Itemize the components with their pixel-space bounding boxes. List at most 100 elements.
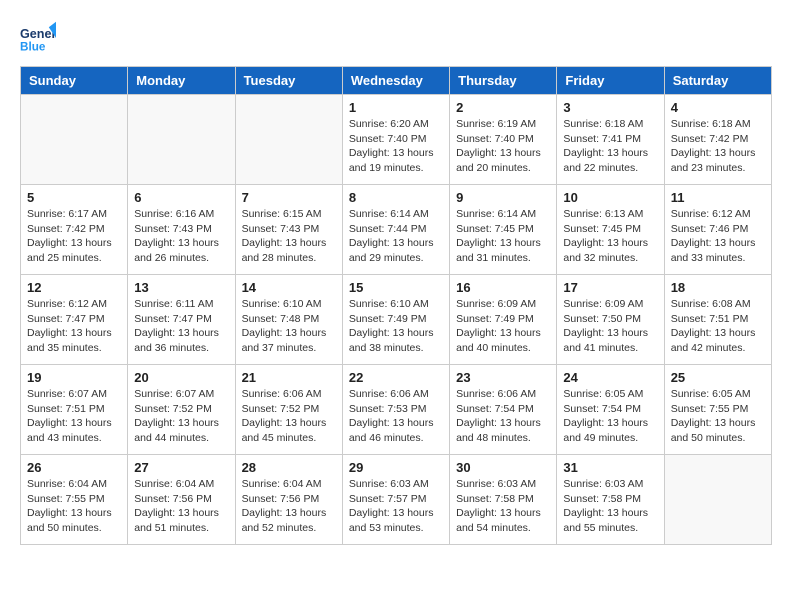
day-number: 25	[671, 370, 765, 385]
day-number: 20	[134, 370, 228, 385]
weekday-header-monday: Monday	[128, 67, 235, 95]
calendar-cell: 3 Sunrise: 6:18 AMSunset: 7:41 PMDaylight…	[557, 95, 664, 185]
weekday-header-saturday: Saturday	[664, 67, 771, 95]
day-number: 6	[134, 190, 228, 205]
cell-text: Sunrise: 6:20 AMSunset: 7:40 PMDaylight:…	[349, 117, 443, 176]
day-number: 28	[242, 460, 336, 475]
calendar-cell: 10 Sunrise: 6:13 AMSunset: 7:45 PMDayligh…	[557, 185, 664, 275]
calendar-cell: 26 Sunrise: 6:04 AMSunset: 7:55 PMDayligh…	[21, 455, 128, 545]
day-number: 24	[563, 370, 657, 385]
calendar-cell	[235, 95, 342, 185]
weekday-header-thursday: Thursday	[450, 67, 557, 95]
calendar-cell: 13 Sunrise: 6:11 AMSunset: 7:47 PMDayligh…	[128, 275, 235, 365]
day-number: 13	[134, 280, 228, 295]
cell-text: Sunrise: 6:06 AMSunset: 7:54 PMDaylight:…	[456, 387, 550, 446]
weekday-header-sunday: Sunday	[21, 67, 128, 95]
cell-text: Sunrise: 6:08 AMSunset: 7:51 PMDaylight:…	[671, 297, 765, 356]
calendar-cell	[664, 455, 771, 545]
calendar-cell: 23 Sunrise: 6:06 AMSunset: 7:54 PMDayligh…	[450, 365, 557, 455]
cell-text: Sunrise: 6:15 AMSunset: 7:43 PMDaylight:…	[242, 207, 336, 266]
cell-text: Sunrise: 6:03 AMSunset: 7:58 PMDaylight:…	[563, 477, 657, 536]
calendar-cell: 4 Sunrise: 6:18 AMSunset: 7:42 PMDaylight…	[664, 95, 771, 185]
weekday-header-friday: Friday	[557, 67, 664, 95]
page-header: General Blue	[20, 20, 772, 56]
calendar-week-2: 5Sunrise: 6:17 AMSunset: 7:42 PMDaylight…	[21, 185, 772, 275]
day-number: 18	[671, 280, 765, 295]
calendar-cell: 22Sunrise: 6:06 AMSunset: 7:53 PMDayligh…	[342, 365, 449, 455]
day-number: 2	[456, 100, 550, 115]
cell-text: Sunrise: 6:07 AMSunset: 7:51 PMDaylight:…	[27, 387, 121, 446]
cell-text: Sunrise: 6:13 AMSunset: 7:45 PMDaylight:…	[563, 207, 657, 266]
day-number: 11	[671, 190, 765, 205]
calendar-cell: 17 Sunrise: 6:09 AMSunset: 7:50 PMDayligh…	[557, 275, 664, 365]
calendar-cell: 29 Sunrise: 6:03 AMSunset: 7:57 PMDayligh…	[342, 455, 449, 545]
cell-text: Sunrise: 6:18 AMSunset: 7:41 PMDaylight:…	[563, 117, 657, 176]
cell-text: Sunrise: 6:17 AMSunset: 7:42 PMDaylight:…	[27, 207, 121, 266]
cell-text: Sunrise: 6:04 AMSunset: 7:55 PMDaylight:…	[27, 477, 121, 536]
cell-text: Sunrise: 6:09 AMSunset: 7:49 PMDaylight:…	[456, 297, 550, 356]
cell-text: Sunrise: 6:06 AMSunset: 7:53 PMDaylight:…	[349, 387, 443, 446]
cell-text: Sunrise: 6:10 AMSunset: 7:49 PMDaylight:…	[349, 297, 443, 356]
cell-text: Sunrise: 6:12 AMSunset: 7:47 PMDaylight:…	[27, 297, 121, 356]
calendar-cell: 28 Sunrise: 6:04 AMSunset: 7:56 PMDayligh…	[235, 455, 342, 545]
day-number: 31	[563, 460, 657, 475]
day-number: 16	[456, 280, 550, 295]
day-number: 12	[27, 280, 121, 295]
calendar-cell: 12 Sunrise: 6:12 AMSunset: 7:47 PMDayligh…	[21, 275, 128, 365]
day-number: 27	[134, 460, 228, 475]
calendar-cell: 24 Sunrise: 6:05 AMSunset: 7:54 PMDayligh…	[557, 365, 664, 455]
calendar-cell: 27 Sunrise: 6:04 AMSunset: 7:56 PMDayligh…	[128, 455, 235, 545]
day-number: 1	[349, 100, 443, 115]
calendar-week-3: 12 Sunrise: 6:12 AMSunset: 7:47 PMDayligh…	[21, 275, 772, 365]
day-number: 19	[27, 370, 121, 385]
cell-text: Sunrise: 6:06 AMSunset: 7:52 PMDaylight:…	[242, 387, 336, 446]
calendar-cell: 25 Sunrise: 6:05 AMSunset: 7:55 PMDayligh…	[664, 365, 771, 455]
cell-text: Sunrise: 6:05 AMSunset: 7:54 PMDaylight:…	[563, 387, 657, 446]
calendar-cell: 21Sunrise: 6:06 AMSunset: 7:52 PMDayligh…	[235, 365, 342, 455]
calendar-cell: 11Sunrise: 6:12 AMSunset: 7:46 PMDayligh…	[664, 185, 771, 275]
cell-text: Sunrise: 6:07 AMSunset: 7:52 PMDaylight:…	[134, 387, 228, 446]
weekday-header-wednesday: Wednesday	[342, 67, 449, 95]
cell-text: Sunrise: 6:19 AMSunset: 7:40 PMDaylight:…	[456, 117, 550, 176]
day-number: 23	[456, 370, 550, 385]
day-number: 29	[349, 460, 443, 475]
cell-text: Sunrise: 6:14 AMSunset: 7:45 PMDaylight:…	[456, 207, 550, 266]
calendar-table: SundayMondayTuesdayWednesdayThursdayFrid…	[20, 66, 772, 545]
calendar-week-4: 19 Sunrise: 6:07 AMSunset: 7:51 PMDayligh…	[21, 365, 772, 455]
calendar-cell: 20 Sunrise: 6:07 AMSunset: 7:52 PMDayligh…	[128, 365, 235, 455]
calendar-cell	[128, 95, 235, 185]
calendar-cell: 19 Sunrise: 6:07 AMSunset: 7:51 PMDayligh…	[21, 365, 128, 455]
cell-text: Sunrise: 6:18 AMSunset: 7:42 PMDaylight:…	[671, 117, 765, 176]
cell-text: Sunrise: 6:11 AMSunset: 7:47 PMDaylight:…	[134, 297, 228, 356]
day-number: 4	[671, 100, 765, 115]
calendar-week-1: 1 Sunrise: 6:20 AMSunset: 7:40 PMDaylight…	[21, 95, 772, 185]
cell-text: Sunrise: 6:10 AMSunset: 7:48 PMDaylight:…	[242, 297, 336, 356]
day-number: 3	[563, 100, 657, 115]
calendar-cell: 1 Sunrise: 6:20 AMSunset: 7:40 PMDaylight…	[342, 95, 449, 185]
general-blue-logo-icon: General Blue	[20, 20, 56, 56]
day-number: 10	[563, 190, 657, 205]
cell-text: Sunrise: 6:04 AMSunset: 7:56 PMDaylight:…	[134, 477, 228, 536]
calendar-cell: 18 Sunrise: 6:08 AMSunset: 7:51 PMDayligh…	[664, 275, 771, 365]
calendar-cell: 6 Sunrise: 6:16 AMSunset: 7:43 PMDaylight…	[128, 185, 235, 275]
day-number: 26	[27, 460, 121, 475]
calendar-cell: 30Sunrise: 6:03 AMSunset: 7:58 PMDayligh…	[450, 455, 557, 545]
cell-text: Sunrise: 6:03 AMSunset: 7:57 PMDaylight:…	[349, 477, 443, 536]
cell-text: Sunrise: 6:09 AMSunset: 7:50 PMDaylight:…	[563, 297, 657, 356]
day-number: 9	[456, 190, 550, 205]
calendar-cell: 9 Sunrise: 6:14 AMSunset: 7:45 PMDaylight…	[450, 185, 557, 275]
weekday-header-tuesday: Tuesday	[235, 67, 342, 95]
day-number: 8	[349, 190, 443, 205]
day-number: 15	[349, 280, 443, 295]
cell-text: Sunrise: 6:05 AMSunset: 7:55 PMDaylight:…	[671, 387, 765, 446]
calendar-cell: 14 Sunrise: 6:10 AMSunset: 7:48 PMDayligh…	[235, 275, 342, 365]
day-number: 14	[242, 280, 336, 295]
calendar-cell: 31 Sunrise: 6:03 AMSunset: 7:58 PMDayligh…	[557, 455, 664, 545]
logo: General Blue	[20, 20, 56, 56]
day-number: 17	[563, 280, 657, 295]
calendar-cell: 2 Sunrise: 6:19 AMSunset: 7:40 PMDaylight…	[450, 95, 557, 185]
cell-text: Sunrise: 6:16 AMSunset: 7:43 PMDaylight:…	[134, 207, 228, 266]
weekday-header-row: SundayMondayTuesdayWednesdayThursdayFrid…	[21, 67, 772, 95]
cell-text: Sunrise: 6:14 AMSunset: 7:44 PMDaylight:…	[349, 207, 443, 266]
cell-text: Sunrise: 6:04 AMSunset: 7:56 PMDaylight:…	[242, 477, 336, 536]
